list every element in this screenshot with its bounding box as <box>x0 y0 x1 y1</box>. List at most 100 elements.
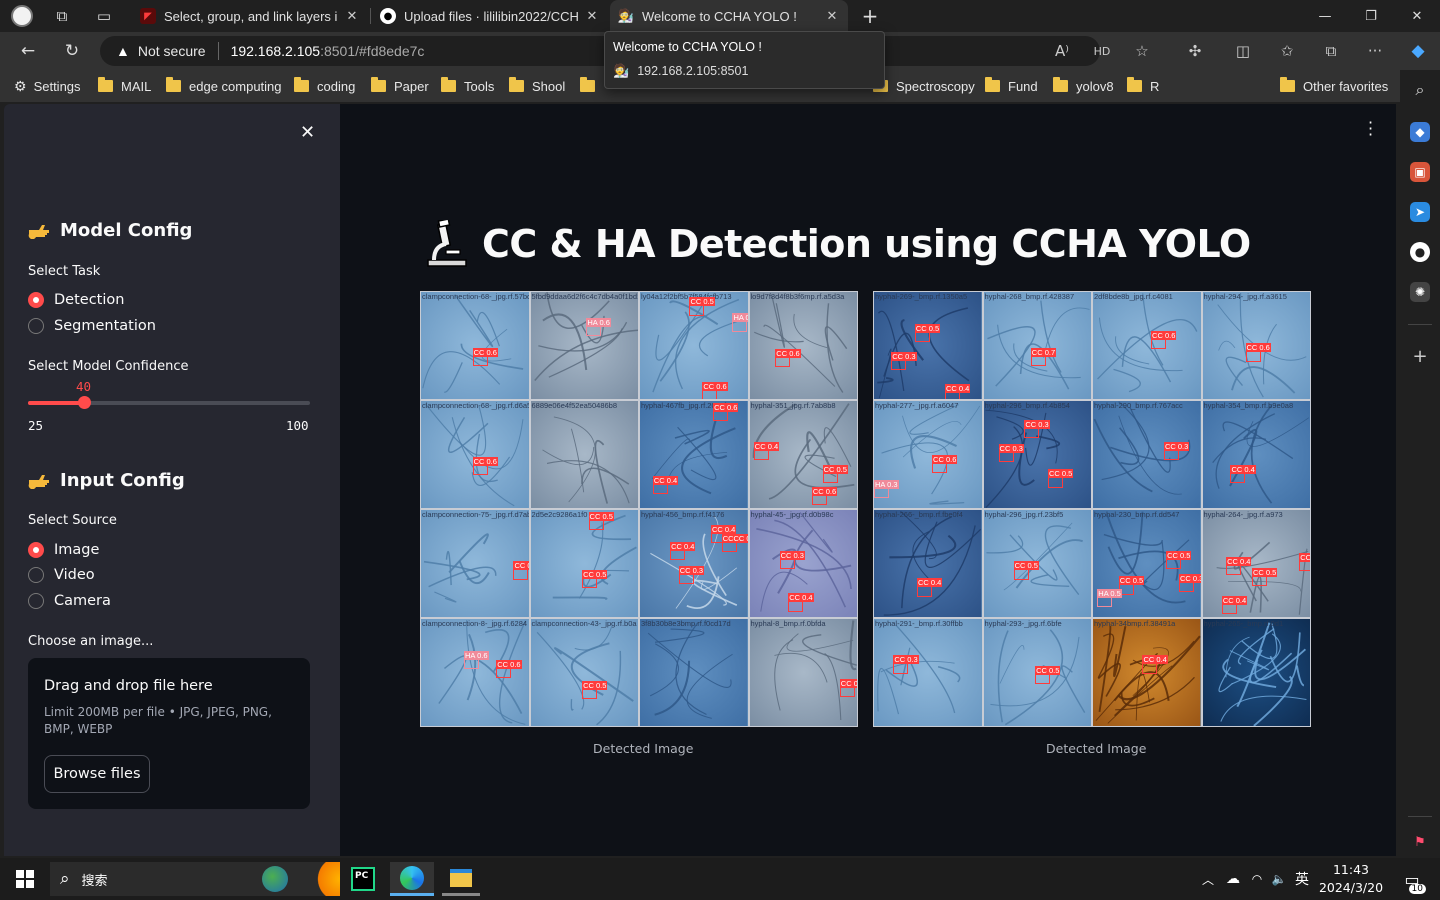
page-title: CC & HA Detection using CCHA YOLO <box>426 220 1251 268</box>
fav-folder[interactable]: yolov8 <box>1053 76 1114 96</box>
kebab-menu-icon[interactable]: · · · <box>1368 115 1373 143</box>
onedrive-cloud-icon[interactable]: ☁ <box>1222 862 1244 896</box>
radio-detection[interactable]: Detection <box>28 292 124 308</box>
send-icon[interactable]: ➤ <box>1410 202 1430 222</box>
fav-folder[interactable]: Spectroscopy <box>873 76 975 96</box>
clock[interactable]: 11:43 2024/3/20 <box>1318 862 1384 896</box>
micrograph-tile: hyphal-296_jpg.rf.23bf5 CC 0.5 <box>983 510 1091 617</box>
detected-image-grid[interactable]: hyphal-269-_bmp.rf.1350a5 CC 0.5 CC 0.3 CC … <box>873 291 1311 727</box>
close-tab-icon[interactable]: ✕ <box>344 9 360 24</box>
cc-detection-box <box>1030 355 1046 366</box>
split-screen-icon[interactable]: ◫ <box>1229 37 1257 65</box>
refresh-icon[interactable]: ↻ <box>58 37 86 65</box>
favorite-star-icon[interactable]: ☆ <box>1128 37 1156 65</box>
search-icon[interactable]: ⌕ <box>1410 80 1430 100</box>
favorites-icon[interactable]: ✩ <box>1273 37 1301 65</box>
github-icon[interactable]: ● <box>1410 242 1430 262</box>
fav-folder[interactable]: Fund <box>985 76 1038 96</box>
volume-icon[interactable]: 🔈 <box>1270 862 1288 896</box>
detection-label: CC 0.3 <box>891 351 917 361</box>
add-sidebar-app-icon[interactable]: + <box>1410 346 1430 367</box>
cc-detection-box <box>1166 558 1182 569</box>
close-window-icon[interactable]: ✕ <box>1394 0 1440 32</box>
fav-folder[interactable]: edge computing <box>166 76 282 96</box>
read-aloud-icon[interactable]: A⁾ <box>1048 37 1076 65</box>
detected-image-grid[interactable]: clampconnection-68-_jpg.rf.57bd CC 0.6 5fb… <box>420 291 858 727</box>
extensions-icon[interactable]: ✣ <box>1181 37 1209 65</box>
ha-detection-box <box>874 487 890 499</box>
micrograph-tile: 3f8b30b8e3bmp.rf.f0cd17d <box>640 619 748 726</box>
security-status[interactable]: Not secure <box>138 43 206 59</box>
browse-files-button[interactable]: Browse files <box>44 755 150 793</box>
radio-video[interactable]: Video <box>28 567 95 583</box>
microscope-icon <box>427 220 467 267</box>
shopping-tag-icon[interactable]: ◆ <box>1410 122 1430 142</box>
detection-label: CC 0.3 <box>678 565 705 575</box>
minimize-icon[interactable]: — <box>1302 0 1348 32</box>
tab-github-upload[interactable]: ● Upload files · lililibin2022/CCHA- ✕ <box>372 0 608 32</box>
slider-thumb[interactable] <box>78 396 91 409</box>
fav-folder[interactable]: R <box>1127 76 1159 96</box>
fav-folder[interactable]: Paper <box>371 76 429 96</box>
detection-label: CC 0.6 <box>713 403 739 413</box>
url-host: 192.168.2.105 <box>230 43 321 59</box>
tab-photoshop-help[interactable]: ◤ Select, group, and link layers in P ✕ <box>132 0 368 32</box>
fav-folder[interactable]: MAIL <box>98 76 151 96</box>
chatgpt-icon[interactable]: ✺ <box>1410 282 1430 302</box>
detection-label: HA 0.5 <box>1097 589 1122 599</box>
tile-filename: clampconnection-43-_jpg.rf.b0a <box>531 619 637 628</box>
file-explorer-icon[interactable] <box>442 862 480 896</box>
radio-image[interactable]: Image <box>28 542 99 558</box>
taskbar-search[interactable]: ⌕ 搜索 <box>50 862 340 896</box>
tile-filename: clampconnection-68-_jpg.rf.57bd <box>422 292 529 301</box>
tab-title: Select, group, and link layers in P <box>164 8 338 24</box>
micrograph-tile: hyphal-290_bmp.rf.767acc CC 0.3 <box>1093 401 1201 508</box>
collections-icon[interactable]: ⧉ <box>1317 37 1345 65</box>
radio-segmentation[interactable]: Segmentation <box>28 318 156 334</box>
detection-label: CC 0.3 <box>1179 574 1201 584</box>
ha-detection-box <box>732 320 748 332</box>
ha-detection-box <box>464 658 480 670</box>
file-dropzone[interactable]: Drag and drop file here Limit 200MB per … <box>28 658 310 809</box>
more-menu-icon[interactable]: ··· <box>1361 37 1389 65</box>
tile-filename: hyphal-291-_bmp.rf.30ffbb <box>875 619 963 628</box>
back-icon[interactable]: ← <box>14 37 42 65</box>
pycharm-icon[interactable]: PC <box>346 862 380 896</box>
cc-detection-box <box>582 577 598 589</box>
radio-camera[interactable]: Camera <box>28 593 111 609</box>
close-tab-icon[interactable]: ✕ <box>584 9 600 24</box>
tile-filename: clampconnection-68-_jpg.rf.d6a5 <box>422 401 529 410</box>
fav-settings[interactable]: ⚙ Settings <box>14 76 81 96</box>
confidence-slider[interactable] <box>28 396 310 409</box>
profile-avatar-icon[interactable] <box>10 4 34 28</box>
tab-ccha-yolo[interactable]: 🧑‍🔬 Welcome to CCHA YOLO ! ✕ <box>610 0 848 32</box>
wifi-icon[interactable]: ◠ <box>1248 862 1266 896</box>
copilot-icon[interactable]: ◆ <box>1404 37 1432 65</box>
tools-icon[interactable]: ▣ <box>1410 162 1430 182</box>
edge-taskbar-icon[interactable] <box>390 862 434 896</box>
fav-folder[interactable]: Shool <box>509 76 565 96</box>
restore-icon[interactable]: ❐ <box>1348 0 1394 32</box>
micrograph-tile: hyphal-264-_jpg.rf.a973 CC 0.4 CC 0.5 CC 0.… <box>1202 510 1310 617</box>
feedback-flag-icon[interactable]: ⚑ <box>1410 832 1430 852</box>
chevron-up-icon[interactable]: ︿ <box>1198 862 1218 896</box>
close-tab-icon[interactable]: ✕ <box>824 9 840 24</box>
detection-label: HA 0.5 <box>732 313 748 323</box>
workspaces-icon[interactable]: ⧉ <box>50 4 74 28</box>
fav-folder[interactable]: Tools <box>441 76 494 96</box>
hd-icon[interactable]: HD <box>1088 37 1116 65</box>
cc-detection-box <box>588 519 604 531</box>
detection-label: CC 0.6 <box>472 347 498 357</box>
fav-folder[interactable]: coding <box>294 76 355 96</box>
address-input[interactable]: ▲ Not secure 192.168.2.105 :8501/#fd8ede… <box>100 36 1100 66</box>
tab-actions-icon[interactable]: ▭ <box>92 4 116 28</box>
fav-other-favorites[interactable]: Other favorites <box>1280 76 1388 96</box>
new-tab-icon[interactable]: + <box>858 4 882 28</box>
notification-center-icon[interactable]: ▭ 10 <box>1398 862 1426 896</box>
windows-start-icon[interactable] <box>10 862 40 896</box>
detection-label: CC 0.5 <box>914 324 941 334</box>
ime-indicator[interactable]: 英 <box>1292 862 1312 896</box>
fav-folder-hidden[interactable] <box>580 76 603 96</box>
close-sidebar-icon[interactable]: ✕ <box>300 122 315 143</box>
warning-icon[interactable]: ▲ <box>116 43 130 59</box>
